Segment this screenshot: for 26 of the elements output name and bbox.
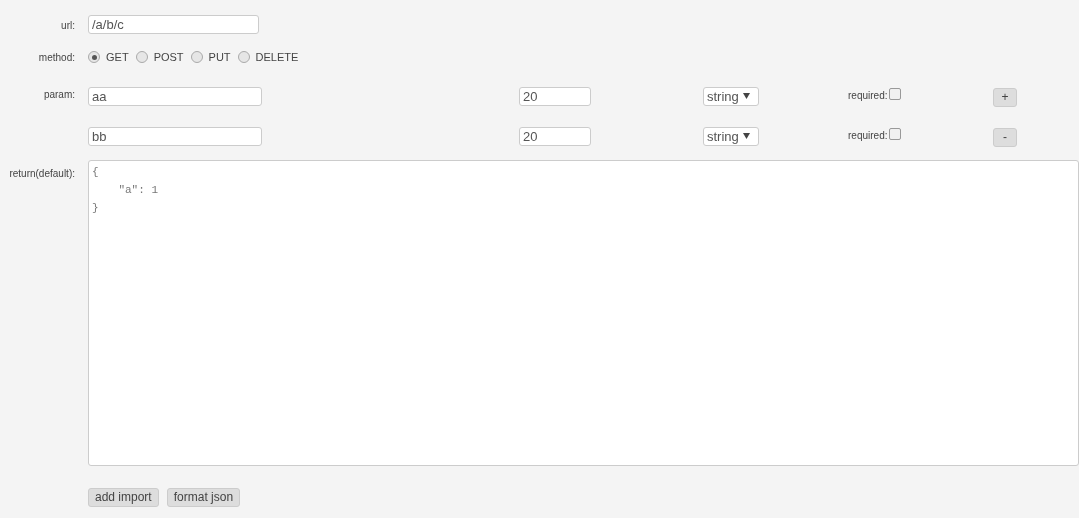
method-radio[interactable]: DELETE [237, 49, 299, 66]
param-size-field[interactable]: 20 [519, 126, 591, 146]
row-button[interactable]: + [993, 87, 1017, 107]
action-button[interactable]: add import [88, 487, 159, 507]
param-name-field[interactable]: aa [88, 86, 262, 106]
field-label: method: [37, 50, 76, 65]
caret-icon [742, 133, 750, 140]
method-radio[interactable]: GET [88, 49, 129, 66]
type-dropdown[interactable]: string [703, 126, 759, 146]
caret-icon [742, 93, 750, 100]
required-checkbox[interactable] [889, 128, 902, 140]
json-editor[interactable]: { "a": 1 } [88, 159, 1079, 466]
field-label: return(default): [8, 166, 76, 181]
row-button[interactable]: - [993, 127, 1017, 147]
required-label: required: [848, 89, 888, 103]
action-button[interactable]: format json [166, 487, 241, 507]
required-checkbox[interactable] [889, 88, 902, 100]
param-name-field[interactable]: bb [88, 126, 262, 146]
required-label: required: [848, 129, 888, 143]
method-radio[interactable]: POST [135, 49, 184, 66]
field-label: param: [42, 87, 76, 102]
type-dropdown[interactable]: string [703, 86, 759, 106]
field-label: url: [60, 19, 76, 33]
param-size-field[interactable]: 20 [519, 86, 591, 106]
method-radio[interactable]: PUT [190, 49, 231, 66]
url-field[interactable]: /a/b/c [88, 15, 259, 34]
